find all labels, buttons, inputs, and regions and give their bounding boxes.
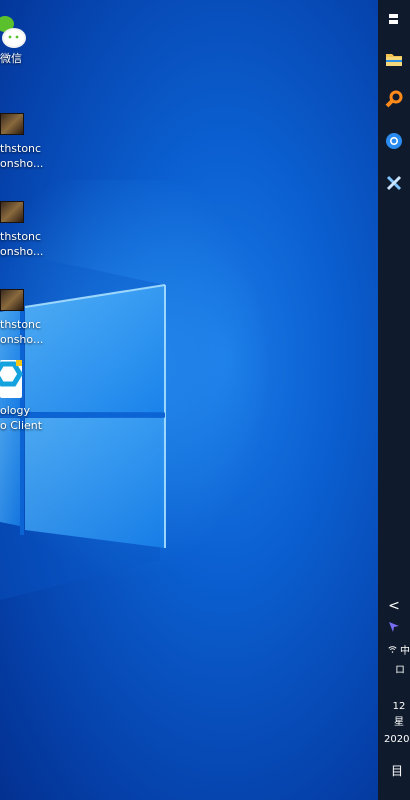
ime-indicator[interactable]: 中 <box>400 642 410 657</box>
tray-app-cursor[interactable] <box>378 618 410 636</box>
desktop-icon-hearthstone-screenshot[interactable]: thstonc onsho... <box>0 286 60 346</box>
task-view-button[interactable] <box>378 8 410 30</box>
desktop-icon-label: thstonc <box>0 318 42 331</box>
desktop-icon-label: ology <box>0 404 31 417</box>
clock-weekday[interactable]: 星 <box>378 716 410 730</box>
magnifier-orange-icon <box>385 90 403 108</box>
wifi-icon <box>388 646 397 653</box>
taskbar-app-file-explorer[interactable] <box>378 46 410 72</box>
desktop-icon-label: onsho... <box>0 245 44 258</box>
taskbar-app-browser[interactable] <box>378 128 410 154</box>
desktop-icon-hearthstone-screenshot[interactable]: thstonc onsho... <box>0 110 60 170</box>
synology-drive-icon <box>0 360 23 398</box>
desktop-icon-label: thstonc <box>0 142 42 155</box>
wechat-icon <box>0 16 26 48</box>
notification-center-button[interactable]: 目 <box>378 764 410 778</box>
task-view-icon <box>389 14 398 24</box>
desktop-icon-label: thstonc <box>0 230 42 243</box>
show-hidden-icons-button[interactable]: < <box>378 596 410 616</box>
ime-mode-indicator[interactable]: ロ <box>378 664 410 678</box>
taskbar-app-tool[interactable] <box>378 170 410 196</box>
pointer-tray-icon <box>389 622 399 632</box>
image-thumbnail-icon <box>0 113 24 135</box>
desktop-icon-label: onsho... <box>0 157 44 170</box>
taskbar-app-search-tool[interactable] <box>378 86 410 112</box>
desktop-icon-wechat[interactable]: 微信 <box>0 8 60 68</box>
image-thumbnail-icon <box>0 289 24 311</box>
image-thumbnail-icon <box>0 201 24 223</box>
desktop: 微信 thstonc onsho... thstonc onsho... ths… <box>0 0 378 800</box>
desktop-icon-synology-drive-client[interactable]: ology o Client <box>0 358 60 438</box>
desktop-icon-label: onsho... <box>0 333 44 346</box>
network-status[interactable]: 中 <box>378 640 410 658</box>
desktop-icon-hearthstone-screenshot[interactable]: thstonc onsho... <box>0 198 60 258</box>
taskbar: < 中 ロ 12 星 2020 目 <box>378 0 410 800</box>
chevron-left-icon: < <box>388 598 400 614</box>
desktop-icon-label: 微信 <box>0 52 22 65</box>
tools-icon <box>386 175 402 191</box>
clock-time[interactable]: 12 <box>378 700 410 714</box>
browser-icon <box>386 133 402 149</box>
clock-date[interactable]: 2020 <box>378 733 410 747</box>
desktop-icon-label: o Client <box>0 419 43 432</box>
folder-icon <box>386 54 402 66</box>
